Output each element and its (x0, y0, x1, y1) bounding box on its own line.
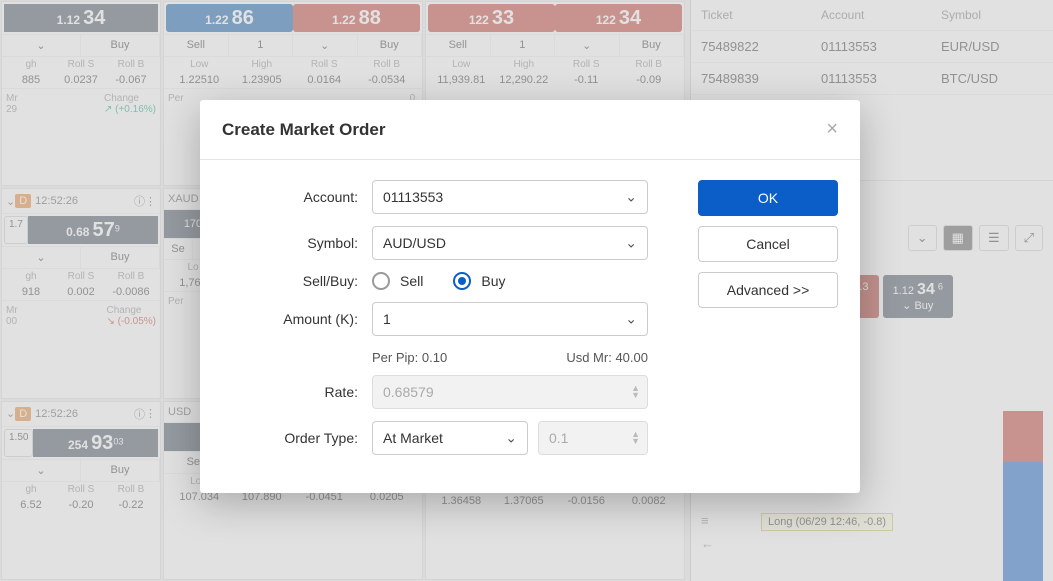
perpip-value: 0.10 (422, 350, 447, 365)
perpip-label: Per Pip: (372, 350, 418, 365)
account-label: Account: (222, 189, 372, 205)
sell-radio[interactable]: Sell (372, 272, 423, 290)
rate-label: Rate: (222, 384, 372, 400)
chevron-down-icon: ⌄ (625, 311, 637, 328)
usdmr-label: Usd Mr: (566, 350, 612, 365)
ordertype-label: Order Type: (222, 430, 372, 446)
spinner-icon: ▲▼ (631, 385, 640, 399)
ok-button[interactable]: OK (698, 180, 838, 216)
sell-radio-label: Sell (400, 273, 423, 289)
buy-radio-label: Buy (481, 273, 505, 289)
rate-input: 0.68579 ▲▼ (372, 375, 648, 409)
amount-value: 1 (383, 311, 391, 327)
account-select[interactable]: 01113553 ⌄ (372, 180, 648, 214)
buy-radio[interactable]: Buy (453, 272, 505, 290)
symbol-select[interactable]: AUD/USD ⌄ (372, 226, 648, 260)
amount-label: Amount (K): (222, 311, 372, 327)
modal-title: Create Market Order (222, 120, 385, 140)
close-icon[interactable]: × (826, 118, 838, 141)
rate-value: 0.68579 (383, 384, 434, 400)
ordertype-param-input: 0.1 ▲▼ (538, 421, 648, 455)
ordertype-value: At Market (383, 430, 443, 446)
symbol-label: Symbol: (222, 235, 372, 251)
usdmr-value: 40.00 (615, 350, 648, 365)
account-value: 01113553 (383, 189, 443, 205)
amount-input[interactable]: 1⌄ (372, 302, 648, 336)
symbol-value: AUD/USD (383, 235, 446, 251)
chevron-down-icon: ⌄ (625, 235, 637, 252)
ordertype-param: 0.1 (549, 430, 568, 446)
sellbuy-label: Sell/Buy: (222, 273, 372, 289)
chevron-down-icon: ⌄ (625, 189, 637, 206)
advanced-button[interactable]: Advanced >> (698, 272, 838, 308)
create-order-modal: Create Market Order × Account: 01113553 ⌄… (200, 100, 860, 493)
spinner-icon: ▲▼ (631, 431, 640, 445)
chevron-down-icon: ⌄ (505, 430, 517, 447)
cancel-button[interactable]: Cancel (698, 226, 838, 262)
ordertype-select[interactable]: At Market ⌄ (372, 421, 528, 455)
